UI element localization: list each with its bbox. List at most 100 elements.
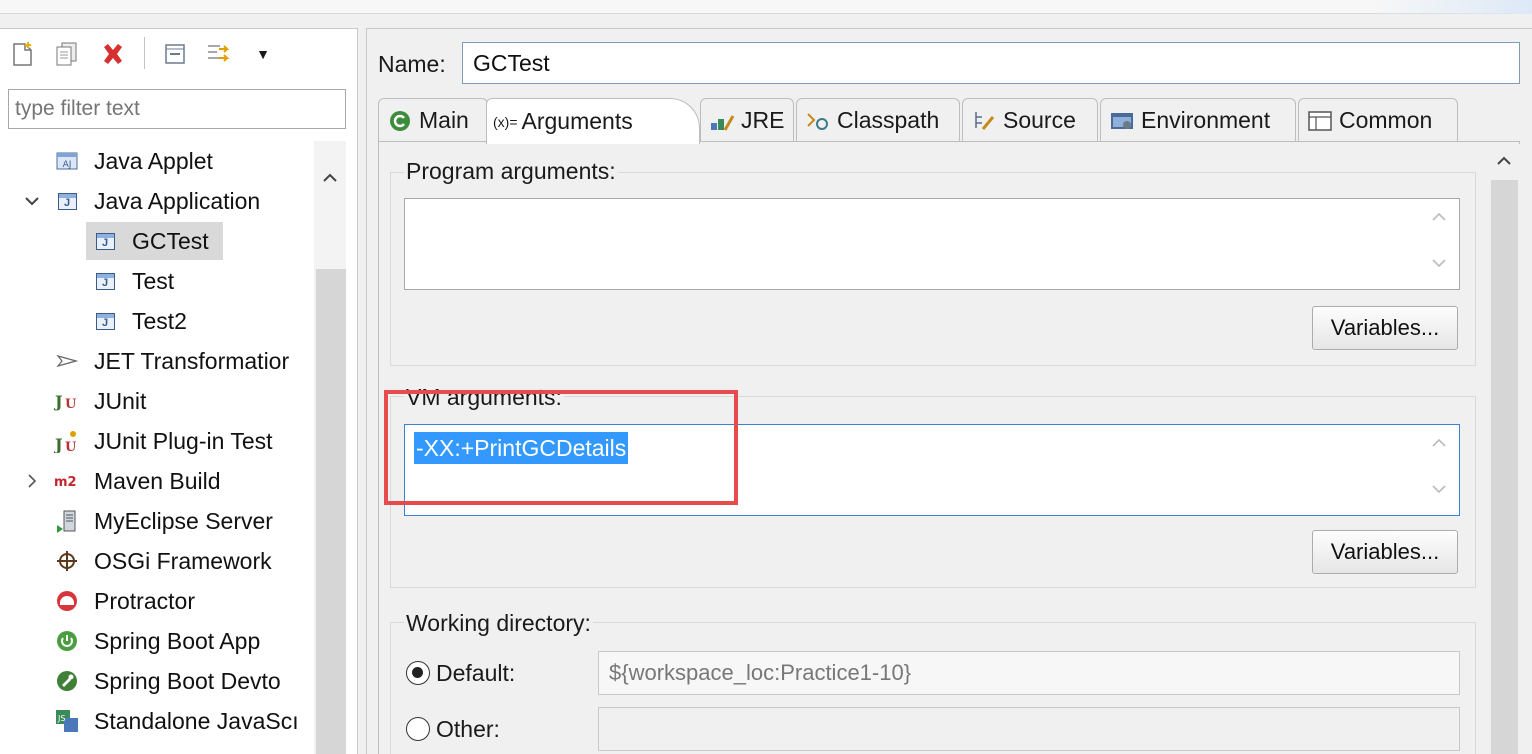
scroll-down-icon[interactable]: [1427, 255, 1451, 279]
other-directory-field[interactable]: [598, 707, 1460, 751]
svg-text:AJ: AJ: [63, 160, 72, 170]
server-icon: [54, 501, 80, 541]
environment-tab-icon: [1107, 106, 1137, 136]
tree-item-maven-build[interactable]: m2 Maven Build: [0, 461, 314, 501]
jre-tab-icon: [707, 106, 737, 136]
tree-item-jet-transformation[interactable]: JET Transformatior: [0, 341, 314, 381]
tree-item-myeclipse-server[interactable]: MyEclipse Server: [0, 501, 314, 541]
tree-item-label: Standalone JavaScı: [94, 708, 299, 734]
tree-item-spring-boot-devtools[interactable]: Spring Boot Devto: [0, 661, 314, 701]
java-launch-icon: J: [92, 221, 118, 261]
launch-config-tree: AJ Java Applet J Java Application J GCTe…: [0, 141, 314, 754]
highlight-annotation-box: [384, 390, 738, 505]
tab-jre[interactable]: JRE: [700, 98, 794, 142]
task-context-icon: [54, 741, 80, 754]
chevron-down-icon[interactable]: [22, 181, 42, 221]
collapse-all-icon[interactable]: [160, 39, 190, 69]
tree-item-test[interactable]: J Test: [0, 261, 314, 301]
vm-variables-button[interactable]: Variables...: [1312, 530, 1458, 574]
default-radio[interactable]: [406, 661, 430, 685]
tree-item-java-applet[interactable]: AJ Java Applet: [0, 141, 314, 181]
config-tabs: Main (x)= Arguments JRE Classpath Source…: [378, 98, 1518, 144]
scroll-up-icon[interactable]: [1427, 209, 1451, 233]
tab-common[interactable]: Common: [1298, 98, 1458, 142]
tree-item-osgi-framework[interactable]: OSGi Framework: [0, 541, 314, 581]
spring-devtools-icon: [54, 661, 80, 701]
svg-text:J: J: [54, 392, 63, 411]
dropdown-icon[interactable]: ▼: [248, 39, 278, 69]
tree-scrollbar[interactable]: [314, 141, 346, 754]
editor-scrollbar[interactable]: [1488, 144, 1520, 754]
other-radio[interactable]: [406, 717, 430, 741]
filter-icon[interactable]: [204, 39, 234, 69]
tree-item-label: Protractor: [94, 588, 195, 614]
scroll-thumb[interactable]: [1491, 180, 1518, 754]
tree-item-label: JET Transformatior: [94, 348, 290, 374]
jet-icon: [54, 341, 80, 381]
program-arguments-title: Program arguments:: [404, 157, 618, 185]
tree-item-label: Test: [132, 268, 175, 294]
tree-item-label: Java Applet: [94, 148, 213, 174]
tree-item-protractor[interactable]: Protractor: [0, 581, 314, 621]
main-tab-icon: [385, 106, 415, 136]
java-launch-icon: J: [92, 261, 118, 301]
default-directory-field: ${workspace_loc:Practice1-10}: [598, 651, 1460, 695]
delete-icon[interactable]: [98, 39, 128, 69]
duplicate-icon[interactable]: [52, 39, 82, 69]
svg-text:U: U: [65, 397, 77, 411]
chevron-right-icon[interactable]: [22, 461, 42, 501]
junit-plugin-icon: JU: [54, 421, 80, 461]
scroll-up-icon[interactable]: [1427, 435, 1451, 459]
tab-arguments[interactable]: (x)= Arguments: [486, 98, 700, 144]
tab-environment[interactable]: Environment: [1100, 98, 1296, 142]
tree-item-junit[interactable]: JU JUnit: [0, 381, 314, 421]
launch-config-list-pane: ▼ AJ Java Applet J Java Application J GC…: [0, 28, 358, 754]
tree-item-spring-boot-app[interactable]: Spring Boot App: [0, 621, 314, 661]
tree-item-label: Java Application: [94, 188, 261, 214]
tree-item-standalone-javascript[interactable]: JS Standalone JavaScı: [0, 701, 314, 741]
scroll-up-icon[interactable]: [314, 167, 346, 191]
tree-item-label: Spring Boot App: [94, 628, 261, 654]
program-variables-button[interactable]: Variables...: [1312, 306, 1458, 350]
svg-text:m2: m2: [54, 475, 77, 490]
tab-source[interactable]: Source: [962, 98, 1098, 142]
protractor-icon: [54, 581, 80, 621]
tab-label: Common: [1339, 107, 1433, 133]
tree-item-label: Spring Boot Devto: [94, 668, 281, 694]
svg-text:U: U: [65, 440, 77, 453]
svg-text:J: J: [54, 435, 63, 453]
java-application-icon: J: [54, 181, 80, 221]
program-arguments-textarea[interactable]: [404, 198, 1460, 290]
scroll-down-icon[interactable]: [1427, 481, 1451, 505]
other-radio-label: Other:: [436, 716, 500, 742]
tree-item-partial[interactable]: [0, 741, 314, 754]
left-toolbar: ▼: [0, 29, 358, 87]
tree-item-label: Test2: [132, 308, 187, 334]
name-field[interactable]: [462, 42, 1520, 84]
common-tab-icon: [1305, 106, 1335, 136]
tree-item-junit-plugin-test[interactable]: JU JUnit Plug-in Test: [0, 421, 314, 461]
window-top-strip: [0, 0, 1532, 14]
scroll-thumb[interactable]: [316, 269, 346, 754]
tab-main[interactable]: Main: [378, 98, 488, 142]
filter-input[interactable]: [8, 89, 346, 129]
tree-item-gctest[interactable]: J GCTest: [0, 221, 314, 261]
tree-item-label: OSGi Framework: [94, 548, 272, 574]
new-launch-config-icon[interactable]: [8, 39, 38, 69]
tab-label: Source: [1003, 107, 1076, 133]
tree-item-label: JUnit Plug-in Test: [94, 428, 273, 454]
classpath-tab-icon: [803, 106, 833, 136]
top-glow: [1372, 0, 1532, 14]
tree-item-test2[interactable]: J Test2: [0, 301, 314, 341]
tab-label: Environment: [1141, 107, 1271, 133]
tab-label: Arguments: [521, 108, 633, 134]
maven-icon: m2: [54, 461, 80, 501]
java-applet-icon: AJ: [54, 141, 80, 181]
scroll-up-icon[interactable]: [1488, 150, 1520, 174]
tab-classpath[interactable]: Classpath: [796, 98, 960, 142]
tree-item-label: GCTest: [132, 228, 209, 254]
tree-item-label: Maven Build: [94, 468, 221, 494]
tree-item-java-application[interactable]: J Java Application: [0, 181, 314, 221]
tab-label: Main: [419, 107, 469, 133]
svg-text:JS: JS: [57, 714, 65, 723]
